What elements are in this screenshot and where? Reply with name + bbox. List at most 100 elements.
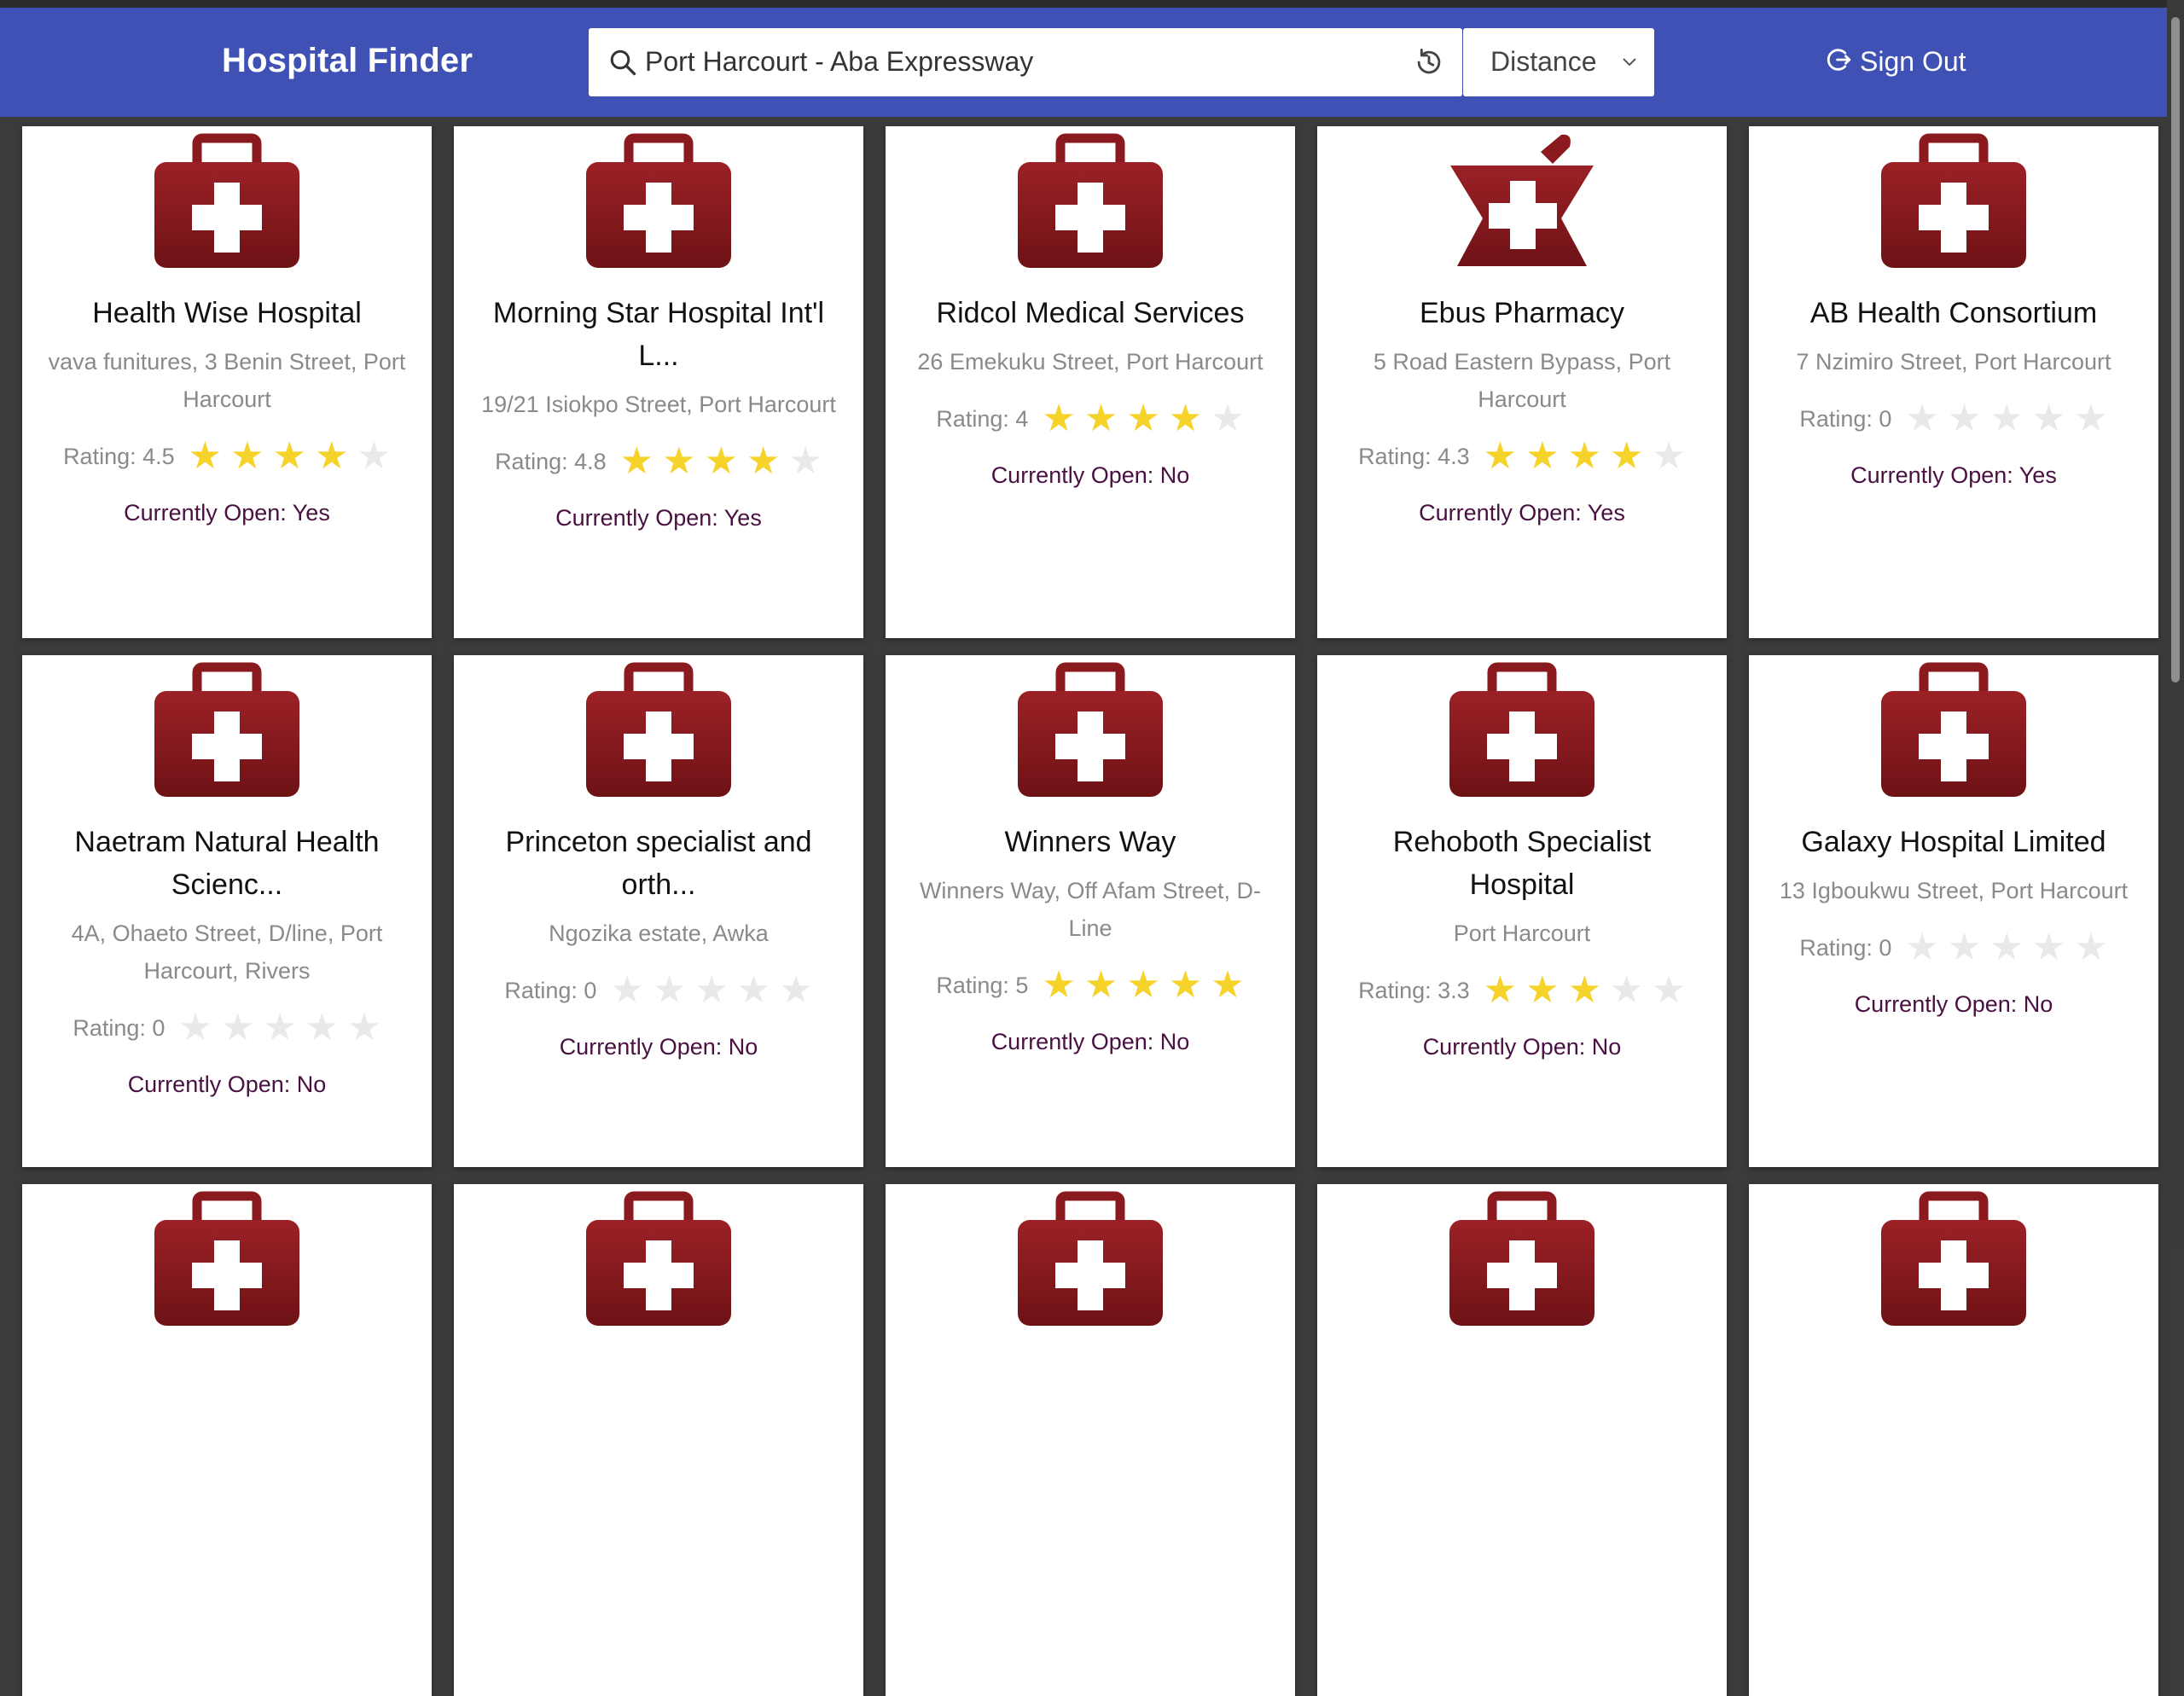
open-status: Currently Open: Yes xyxy=(124,500,330,526)
rating-label: Rating: 4.3 xyxy=(1358,443,1470,469)
hospital-name[interactable]: Ridcol Medical Services xyxy=(911,292,1269,334)
hospital-card[interactable] xyxy=(22,1184,432,1696)
rating-row: Rating: 3.3 ★ ★ ★ ★ ★ xyxy=(1358,969,1686,1012)
hospital-card[interactable]: Rehoboth Specialist Hospital Port Harcour… xyxy=(1317,655,1727,1167)
rating-stars: ★ ★ ★ ★ ★ xyxy=(612,440,822,483)
star-icon: ★ xyxy=(1905,398,1939,439)
star-icon: ★ xyxy=(1989,398,2024,439)
hospital-name[interactable]: Galaxy Hospital Limited xyxy=(1774,821,2133,863)
star-icon: ★ xyxy=(1126,398,1160,439)
star-icon: ★ xyxy=(1168,398,1203,439)
search-input[interactable]: Port Harcourt - Aba Expressway xyxy=(589,28,1462,96)
hospital-card[interactable]: AB Health Consortium 7 Nzimiro Street, Po… xyxy=(1749,126,2158,638)
sort-select[interactable]: Distance xyxy=(1463,28,1654,96)
medical-kit-icon xyxy=(586,1191,731,1326)
hospital-name[interactable]: Rehoboth Specialist Hospital xyxy=(1343,821,1701,906)
hospital-card[interactable]: Winners Way Winners Way, Off Afam Street,… xyxy=(886,655,1295,1167)
rating-stars: ★ ★ ★ ★ ★ xyxy=(170,1007,380,1049)
sign-out-label: Sign Out xyxy=(1860,46,1966,77)
medical-kit-icon xyxy=(154,133,299,268)
star-icon: ★ xyxy=(736,969,771,1011)
hospital-name[interactable]: Naetram Natural Health Scienc... xyxy=(48,821,406,906)
medical-kit-icon xyxy=(1449,662,1594,797)
hospital-name[interactable]: Princeton specialist and orth... xyxy=(479,821,838,906)
rating-label: Rating: 4 xyxy=(936,405,1029,432)
hospital-name[interactable]: Health Wise Hospital xyxy=(48,292,406,334)
hospital-address: vava funitures, 3 Benin Street, Port Har… xyxy=(48,349,406,412)
rating-stars: ★ ★ ★ ★ ★ xyxy=(1033,398,1244,440)
hospital-card[interactable]: Health Wise Hospital vava funitures, 3 Be… xyxy=(22,126,432,638)
hospital-card[interactable]: Ebus Pharmacy 5 Road Eastern Bypass, Port… xyxy=(1317,126,1727,638)
sort-selected-value[interactable]: Distance xyxy=(1490,46,1597,78)
hospital-address: 13 Igboukwu Street, Port Harcourt xyxy=(1779,878,2129,903)
search-query-text[interactable]: Port Harcourt - Aba Expressway xyxy=(645,46,1033,78)
hospital-card[interactable] xyxy=(454,1184,863,1696)
star-icon: ★ xyxy=(1567,969,1602,1011)
scrollbar-thumb[interactable] xyxy=(2171,17,2180,682)
hospital-address: 7 Nzimiro Street, Port Harcourt xyxy=(1796,349,2111,375)
rating-stars: ★ ★ ★ ★ ★ xyxy=(601,969,812,1012)
search-icon xyxy=(610,49,636,76)
sign-out-icon xyxy=(1827,49,1851,71)
rating-stars: ★ ★ ★ ★ ★ xyxy=(1475,969,1686,1012)
rating-label: Rating: 3.3 xyxy=(1358,977,1470,1003)
star-icon: ★ xyxy=(1083,964,1118,1006)
hospital-name[interactable]: Winners Way xyxy=(911,821,1269,863)
star-icon: ★ xyxy=(1042,964,1076,1006)
hospital-name[interactable]: Morning Star Hospital Int'l L... xyxy=(479,292,838,377)
star-icon: ★ xyxy=(1525,969,1560,1011)
hospital-address: 4A, Ohaeto Street, D/line, Port Harcourt… xyxy=(71,921,383,984)
star-icon: ★ xyxy=(220,1007,255,1048)
star-icon: ★ xyxy=(2031,398,2066,439)
star-icon: ★ xyxy=(1483,435,1518,477)
star-icon: ★ xyxy=(305,1007,340,1048)
rating-label: Rating: 0 xyxy=(73,1014,166,1041)
star-icon: ★ xyxy=(1083,398,1118,439)
hospital-card[interactable]: Galaxy Hospital Limited 13 Igboukwu Stree… xyxy=(1749,655,2158,1167)
app-title[interactable]: Hospital Finder xyxy=(222,42,473,80)
hospital-name[interactable]: AB Health Consortium xyxy=(1774,292,2133,334)
hospital-card[interactable] xyxy=(886,1184,1295,1696)
hospital-card[interactable] xyxy=(1749,1184,2158,1696)
star-icon: ★ xyxy=(230,435,264,477)
rating-stars: ★ ★ ★ ★ ★ xyxy=(1896,926,2107,969)
hospital-address: Ngozika estate, Awka xyxy=(549,921,769,946)
medical-kit-icon xyxy=(1018,1191,1163,1326)
hospital-card[interactable]: Ridcol Medical Services 26 Emekuku Street… xyxy=(886,126,1295,638)
open-status: Currently Open: No xyxy=(990,1029,1190,1054)
chevron-down-icon[interactable] xyxy=(1620,55,1639,69)
hospital-name[interactable]: Ebus Pharmacy xyxy=(1343,292,1701,334)
rating-label: Rating: 5 xyxy=(936,972,1029,998)
star-icon: ★ xyxy=(188,435,223,477)
rating-row: Rating: 4.3 ★ ★ ★ ★ ★ xyxy=(1358,435,1686,478)
star-icon: ★ xyxy=(619,440,654,482)
open-status: Currently Open: Yes xyxy=(1850,462,2057,488)
hospital-address: Port Harcourt xyxy=(1453,921,1591,946)
star-icon: ★ xyxy=(1483,969,1518,1011)
star-icon: ★ xyxy=(746,440,781,482)
medical-kit-icon xyxy=(586,133,731,268)
star-icon: ★ xyxy=(1042,398,1076,439)
star-icon: ★ xyxy=(652,969,687,1011)
history-icon[interactable] xyxy=(1413,46,1445,78)
open-status: Currently Open: No xyxy=(1422,1034,1622,1060)
star-icon: ★ xyxy=(1168,964,1203,1006)
hospital-card[interactable]: Morning Star Hospital Int'l L... 19/21 Is… xyxy=(454,126,863,638)
rating-label: Rating: 0 xyxy=(504,977,597,1003)
hospital-card[interactable]: Naetram Natural Health Scienc... 4A, Ohae… xyxy=(22,655,432,1167)
star-icon: ★ xyxy=(788,440,822,482)
star-icon: ★ xyxy=(315,435,349,477)
hospital-card[interactable]: Princeton specialist and orth... Ngozika … xyxy=(454,655,863,1167)
star-icon: ★ xyxy=(272,435,307,477)
hospital-card[interactable] xyxy=(1317,1184,1727,1696)
rating-row: Rating: 0 ★ ★ ★ ★ ★ xyxy=(73,1007,380,1049)
window-top-edge xyxy=(0,0,2184,8)
rating-row: Rating: 4.8 ★ ★ ★ ★ ★ xyxy=(495,440,822,483)
medical-kit-icon xyxy=(1881,133,2026,268)
medical-kit-icon xyxy=(586,662,731,797)
star-icon: ★ xyxy=(1525,435,1560,477)
open-status: Currently Open: No xyxy=(990,462,1190,488)
open-status: Currently Open: No xyxy=(127,1072,327,1097)
rating-stars: ★ ★ ★ ★ ★ xyxy=(1475,435,1686,478)
medical-kit-icon xyxy=(1881,1191,2026,1326)
